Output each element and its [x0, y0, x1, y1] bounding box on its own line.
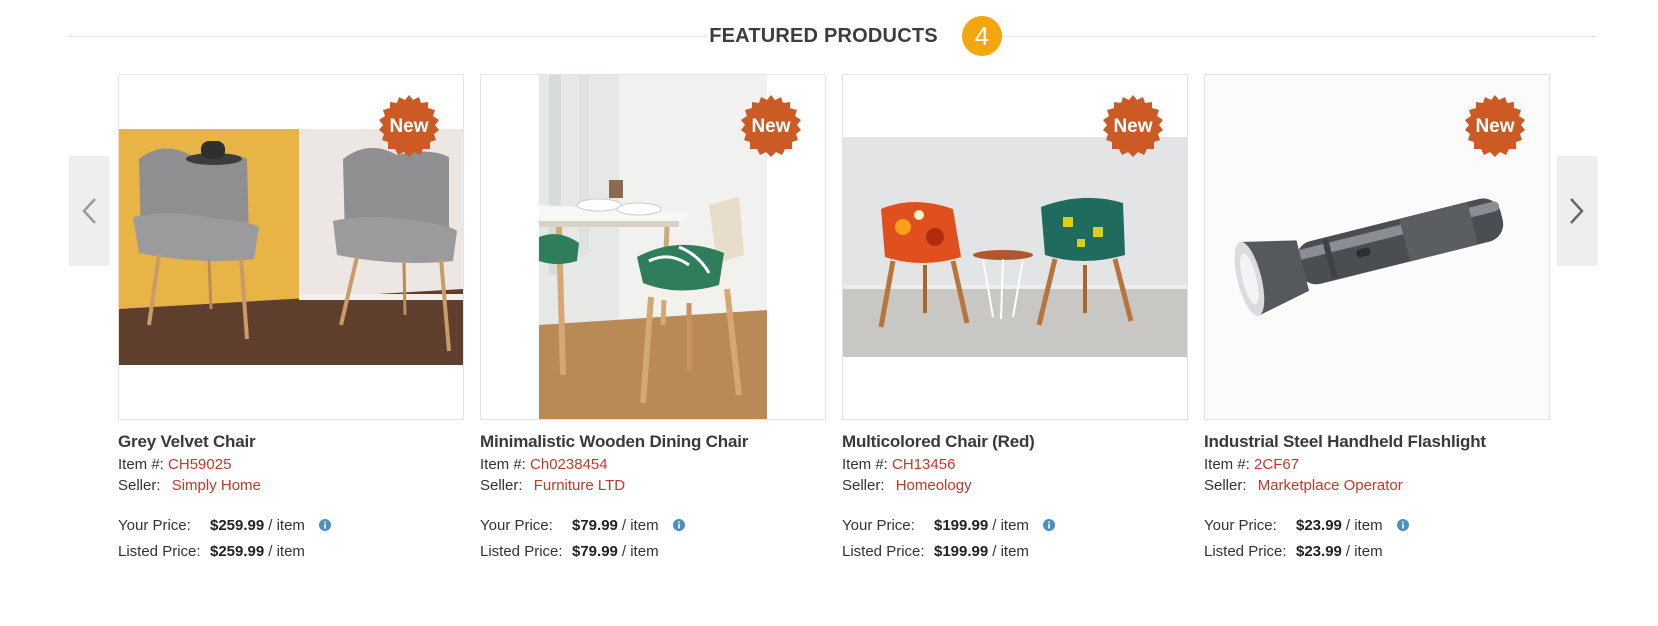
your-price-amount: $199.99 [934, 516, 989, 534]
per-item-unit: / item [1345, 542, 1383, 560]
item-number[interactable]: CH59025 [168, 456, 231, 473]
section-title-wrap: FEATURED PRODUCTS 4 [708, 16, 1003, 56]
price-block: Your Price: $79.99 / item Listed Price: … [480, 512, 826, 564]
product-name[interactable]: Industrial Steel Handheld Flashlight [1204, 432, 1550, 456]
product-name[interactable]: Grey Velvet Chair [118, 432, 464, 456]
listed-price-amount: $23.99 [1296, 542, 1342, 560]
listed-price-label: Listed Price: [1204, 542, 1287, 560]
product-image [843, 137, 1187, 357]
product-image [119, 129, 463, 365]
product-name[interactable]: Multicolored Chair (Red) [842, 432, 1188, 456]
per-item-unit: / item [621, 542, 659, 560]
your-price-label: Your Price: [1204, 516, 1277, 534]
seller-line: Seller: Simply Home [118, 477, 464, 498]
your-price-amount: $23.99 [1296, 516, 1342, 534]
listed-price-line: Listed Price: $79.99 / item [480, 538, 826, 564]
new-badge: New [1463, 95, 1527, 159]
product-image-frame[interactable]: New [118, 74, 464, 420]
divider-right [1003, 36, 1597, 37]
info-icon[interactable] [1396, 519, 1409, 531]
seller-line: Seller: Marketplace Operator [1204, 477, 1550, 498]
your-price-label: Your Price: [118, 516, 191, 534]
item-number[interactable]: CH13456 [892, 456, 955, 473]
info-icon[interactable] [318, 519, 331, 531]
listed-price-line: Listed Price: $259.99 / item [118, 538, 464, 564]
product-info: Minimalistic Wooden Dining Chair Item #:… [480, 420, 826, 564]
item-number[interactable]: 2CF67 [1254, 456, 1299, 473]
per-item-unit: / item [992, 516, 1029, 534]
product-count-badge: 4 [961, 16, 1002, 56]
product-name[interactable]: Minimalistic Wooden Dining Chair [480, 432, 826, 456]
price-block: Your Price: $23.99 / item Listed Price: … [1204, 512, 1550, 564]
per-item-unit: / item [621, 516, 659, 534]
product-card[interactable]: New Industrial Steel Handheld Flashlight… [1204, 74, 1550, 564]
listed-price-line: Listed Price: $23.99 / item [1204, 538, 1550, 564]
listed-price-line: Listed Price: $199.99 / item [842, 538, 1188, 564]
product-info: Industrial Steel Handheld Flashlight Ite… [1204, 420, 1550, 564]
your-price-label: Your Price: [842, 516, 915, 534]
price-block: Your Price: $259.99 / item Listed Price:… [118, 512, 464, 564]
chevron-right-icon [1570, 198, 1584, 224]
seller-label: Seller: [118, 477, 161, 494]
seller-link[interactable]: Simply Home [172, 477, 261, 494]
item-number-line: Item #: CH13456 [842, 456, 1188, 477]
product-card[interactable]: New Grey Velvet Chair Item #: CH59025 Se… [118, 74, 464, 564]
product-image-frame[interactable]: New [842, 74, 1188, 420]
product-card[interactable]: New Multicolored Chair (Red) Item #: CH1… [842, 74, 1188, 564]
listed-price-amount: $79.99 [572, 542, 618, 560]
seller-link[interactable]: Furniture LTD [534, 477, 625, 494]
chevron-left-icon [82, 198, 96, 224]
carousel-next-button[interactable] [1557, 156, 1597, 266]
item-number-line: Item #: 2CF67 [1204, 456, 1550, 477]
info-icon[interactable] [672, 519, 685, 531]
seller-line: Seller: Homeology [842, 477, 1188, 498]
item-number-label: Item #: [118, 456, 164, 473]
your-price-line: Your Price: $199.99 / item [842, 512, 1188, 538]
new-badge: New [377, 95, 441, 159]
your-price-amount: $79.99 [572, 516, 618, 534]
item-number-label: Item #: [842, 456, 888, 473]
section-header: FEATURED PRODUCTS 4 [68, 16, 1597, 56]
divider-left [68, 36, 708, 37]
per-item-unit: / item [268, 516, 305, 534]
seller-label: Seller: [480, 477, 523, 494]
product-info: Multicolored Chair (Red) Item #: CH13456… [842, 420, 1188, 564]
item-number-line: Item #: Ch0238454 [480, 456, 826, 477]
price-block: Your Price: $199.99 / item Listed Price:… [842, 512, 1188, 564]
listed-price-label: Listed Price: [118, 542, 201, 560]
carousel-prev-button[interactable] [69, 156, 109, 266]
your-price-label: Your Price: [480, 516, 553, 534]
listed-price-label: Listed Price: [842, 542, 925, 560]
per-item-unit: / item [992, 542, 1029, 560]
section-title: FEATURED PRODUCTS [709, 24, 938, 47]
product-image [539, 75, 767, 419]
seller-label: Seller: [1204, 477, 1247, 494]
item-number[interactable]: Ch0238454 [530, 456, 608, 473]
new-badge: New [739, 95, 803, 159]
listed-price-label: Listed Price: [480, 542, 563, 560]
item-number-label: Item #: [1204, 456, 1250, 473]
listed-price-amount: $259.99 [210, 542, 265, 560]
item-number-line: Item #: CH59025 [118, 456, 464, 477]
new-badge: New [1101, 95, 1165, 159]
listed-price-amount: $199.99 [934, 542, 989, 560]
per-item-unit: / item [1345, 516, 1383, 534]
seller-link[interactable]: Homeology [896, 477, 972, 494]
product-card[interactable]: New Minimalistic Wooden Dining Chair Ite… [480, 74, 826, 564]
your-price-line: Your Price: $23.99 / item [1204, 512, 1550, 538]
seller-label: Seller: [842, 477, 885, 494]
seller-line: Seller: Furniture LTD [480, 477, 826, 498]
your-price-line: Your Price: $259.99 / item [118, 512, 464, 538]
info-icon[interactable] [1042, 519, 1055, 531]
product-info: Grey Velvet Chair Item #: CH59025 Seller… [118, 420, 464, 564]
product-image-frame[interactable]: New [1204, 74, 1550, 420]
your-price-amount: $259.99 [210, 516, 265, 534]
seller-link[interactable]: Marketplace Operator [1258, 477, 1403, 494]
item-number-label: Item #: [480, 456, 526, 473]
per-item-unit: / item [268, 542, 305, 560]
product-image-frame[interactable]: New [480, 74, 826, 420]
your-price-line: Your Price: $79.99 / item [480, 512, 826, 538]
